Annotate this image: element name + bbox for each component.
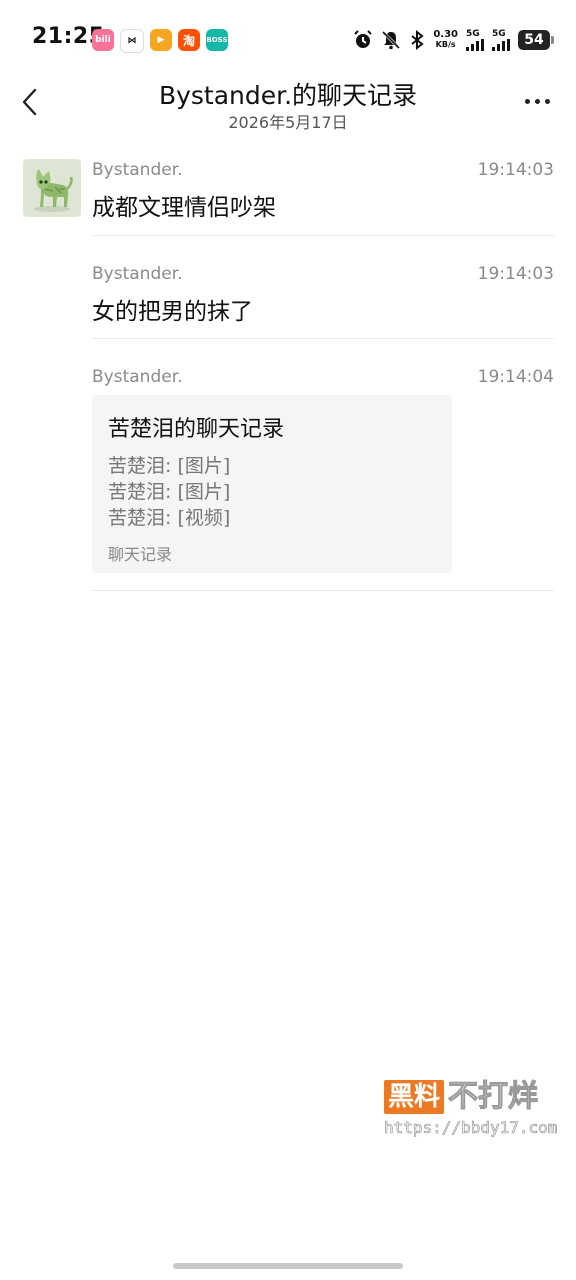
page-date: 2026年5月17日 [228,113,348,132]
bluetooth-icon [411,30,424,50]
watermark-brand-box: 黑料 [384,1080,445,1114]
message-item[interactable]: Bystander. 19:14:03 成都文理情侣吵架 [92,160,554,221]
message-sender: Bystander. [92,264,183,284]
card-footer-label: 聊天记录 [108,545,173,564]
watermark: 黑料 不打烊 https://bbdy17.com [384,1079,558,1140]
message-sender: Bystander. [92,367,183,387]
network-speed-unit: KB/s [435,40,456,49]
message-divider [92,235,554,236]
boss-app-icon: BOSS [206,29,228,51]
message-divider [92,590,554,591]
message-text: 女的把男的抹了 [92,299,253,325]
card-title: 苦楚泪的聊天记录 [108,417,285,442]
taobao-app-icon: 淘 [178,29,200,51]
watermark-url: https://bbdy17.com [384,1118,558,1138]
dot-icon [534,98,540,104]
card-preview-line: 苦楚泪: [视频] [108,507,231,529]
network-speed-value: 0.30 [433,29,458,40]
dot-icon [544,98,550,104]
mute-bell-icon [382,30,401,50]
message-item[interactable]: Bystander. 19:14:03 女的把男的抹了 [92,264,554,325]
chihuahua-avatar-image [23,159,81,217]
message-item: Bystander. 19:14:04 苦楚泪的聊天记录 苦楚泪: [图片] 苦… [92,367,554,577]
sim2-signal: 5G [492,29,510,51]
sim1-label: 5G [466,29,480,39]
dot-icon [524,98,530,104]
sim2-label: 5G [492,29,506,39]
network-speed: 0.30 KB/s [433,30,458,50]
status-indicators: 0.30 KB/s 5G 5G 54 [353,27,554,53]
message-time: 19:14:04 [477,367,554,387]
message-time: 19:14:03 [477,160,554,180]
message-time: 19:14:03 [477,264,554,284]
status-bar: 21:25 bili ⋈ ▶ 淘 BOSS 0.30 KB/s 5G 5G 54 [0,0,576,78]
battery-indicator: 54 [518,30,554,50]
watermark-brand-text: 不打烊 [448,1079,539,1114]
signal-bars-icon [466,39,484,51]
page-title: Bystander.的聊天记录 [158,81,418,110]
bilibili-app-icon: bili [92,29,114,51]
home-indicator[interactable] [173,1263,403,1269]
video-app-icon: ▶ [150,29,172,51]
more-options-button[interactable] [522,94,552,108]
signal-bars-icon [492,39,510,51]
message-text: 成都文理情侣吵架 [92,195,276,221]
alarm-icon [354,30,373,48]
notification-app-icons: bili ⋈ ▶ 淘 BOSS [92,29,228,53]
sim1-signal: 5G [466,29,484,51]
chat-record-header: Bystander.的聊天记录 2026年5月17日 [0,70,576,140]
card-preview-line: 苦楚泪: [图片] [108,481,231,503]
card-preview-line: 苦楚泪: [图片] [108,455,231,477]
message-sender: Bystander. [92,160,183,180]
chat-record-card[interactable]: 苦楚泪的聊天记录 苦楚泪: [图片] 苦楚泪: [图片] 苦楚泪: [视频] 聊… [92,395,452,573]
avatar[interactable] [23,159,81,217]
message-divider [92,338,554,339]
link-app-icon: ⋈ [120,29,144,53]
